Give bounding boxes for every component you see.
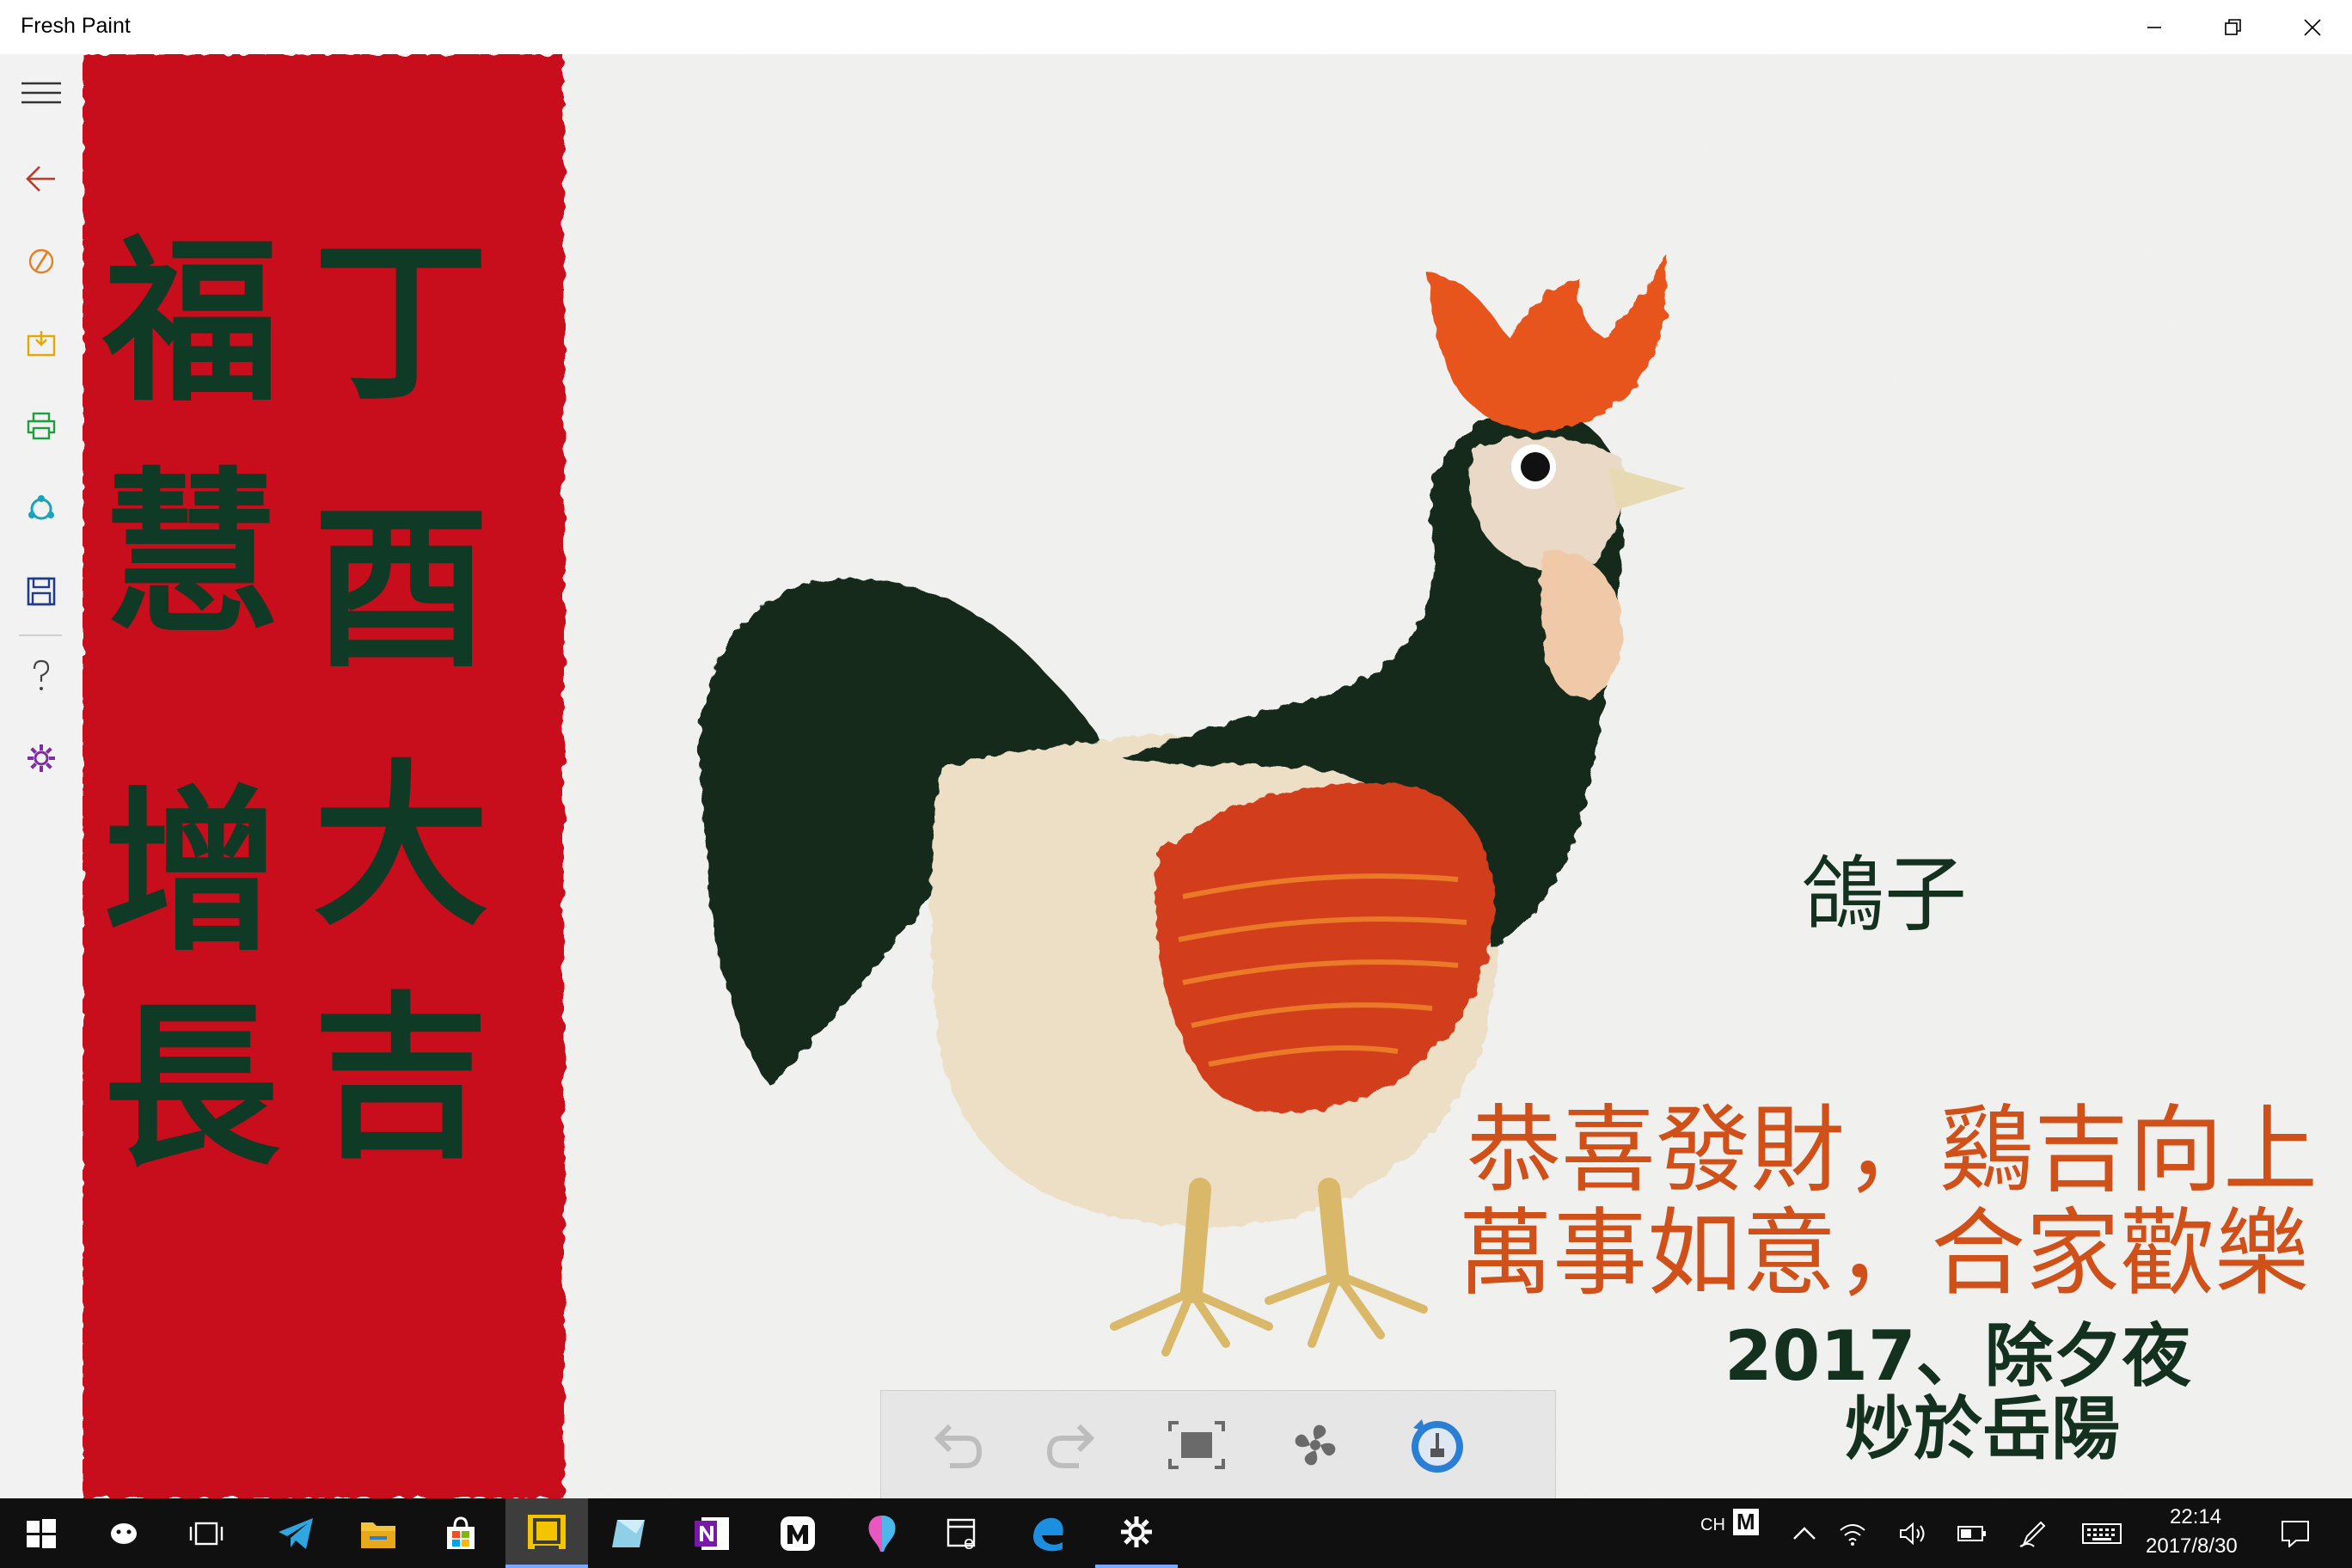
volume-button[interactable] — [1883, 1498, 1943, 1568]
clock-time: 22:14 — [2170, 1505, 2222, 1528]
notification-icon — [2282, 1520, 2309, 1547]
web-app-button[interactable]: e — [923, 1498, 1006, 1568]
settings-gear-icon — [28, 744, 55, 772]
task-view-icon — [189, 1522, 224, 1545]
menu-button[interactable] — [0, 63, 83, 123]
clock-date: 2017/8/30 — [2146, 1534, 2238, 1558]
couplet-char: 福 — [103, 219, 279, 426]
sidebar-divider — [19, 634, 62, 636]
couplet-char: 丁 — [313, 219, 489, 426]
couplet-char: 慧 — [103, 451, 279, 658]
keyboard-icon — [2082, 1522, 2122, 1544]
title-bar: Fresh Paint — [0, 0, 2352, 54]
settings-taskbar-button[interactable] — [1095, 1498, 1178, 1568]
couplet-char: 長 — [103, 984, 279, 1191]
task-view-button[interactable] — [165, 1498, 248, 1568]
save-button[interactable] — [0, 561, 83, 622]
import-button[interactable] — [0, 314, 83, 374]
help-button[interactable] — [0, 646, 83, 706]
settings-button[interactable] — [0, 728, 83, 788]
close-icon — [2304, 18, 2321, 36]
battery-icon — [1957, 1525, 1986, 1541]
volume-icon — [1900, 1522, 1925, 1545]
back-arrow-icon — [26, 166, 55, 192]
paint-3d-button[interactable] — [841, 1498, 923, 1568]
window-title: Fresh Paint — [21, 14, 131, 38]
file-explorer-button[interactable] — [337, 1498, 420, 1568]
store-icon — [447, 1516, 475, 1549]
printer-icon — [27, 412, 56, 440]
paint-button[interactable] — [0, 231, 83, 291]
close-button[interactable] — [2273, 0, 2352, 54]
brush-picker-icon — [1412, 1419, 1463, 1473]
brush-picker-button[interactable] — [1397, 1410, 1474, 1480]
fresh-paint-icon — [528, 1514, 566, 1549]
action-center-button[interactable] — [2261, 1498, 2330, 1568]
help-icon — [33, 659, 50, 690]
artist-signature: 鴿子 — [1802, 847, 1967, 943]
minimize-button[interactable] — [2115, 0, 2194, 54]
start-button[interactable] — [0, 1498, 83, 1568]
file-explorer-icon — [361, 1522, 395, 1548]
share-button[interactable] — [0, 479, 83, 539]
couplet-char: 酉 — [313, 486, 489, 692]
fit-to-screen-button[interactable] — [1158, 1410, 1235, 1480]
clock[interactable]: 22:14 2017/8/30 — [2141, 1498, 2261, 1568]
settings-icon — [1121, 1516, 1152, 1547]
windows-taskbar: e CH M 22:14 2017/8/30 — [0, 1498, 2352, 1568]
pen-workspace-button[interactable] — [2000, 1498, 2067, 1568]
wifi-icon — [1840, 1523, 1865, 1546]
print-button[interactable] — [0, 396, 83, 456]
battery-button[interactable] — [1939, 1498, 2005, 1568]
undo-button[interactable] — [916, 1410, 993, 1480]
onenote-icon — [695, 1516, 729, 1550]
back-button[interactable] — [0, 149, 83, 209]
sketch-app-icon — [612, 1519, 645, 1547]
windows-start-icon — [27, 1518, 56, 1548]
telegram-button[interactable] — [254, 1498, 337, 1568]
paint-canvas[interactable]: 福 慧 增 長 丁 酉 大 吉 鴿子 恭喜發財，鷄吉向上 萬事如意，合家歡樂 2… — [83, 54, 2352, 1498]
store-button[interactable] — [420, 1498, 502, 1568]
palette-brush-icon — [28, 248, 54, 274]
hamburger-icon — [21, 82, 61, 104]
ime-language[interactable]: CH — [1700, 1516, 1725, 1535]
ime-mode[interactable]: M — [1733, 1509, 1759, 1535]
restore-button[interactable] — [2194, 0, 2273, 54]
media-app-button[interactable] — [756, 1498, 839, 1568]
undo-icon — [934, 1424, 983, 1468]
touch-keyboard-button[interactable] — [2063, 1498, 2141, 1568]
fresh-paint-taskbar-button[interactable] — [505, 1498, 588, 1568]
fan-button[interactable] — [1277, 1410, 1354, 1480]
chevron-up-icon — [1793, 1526, 1816, 1540]
restore-icon — [2225, 18, 2241, 35]
greeting-line-2: 萬事如意，合家歡樂 — [1458, 1198, 2309, 1308]
media-app-icon — [781, 1516, 815, 1551]
share-icon — [28, 495, 54, 520]
redo-button[interactable] — [1036, 1410, 1113, 1480]
cortana-icon — [111, 1522, 137, 1544]
couplet-char: 增 — [103, 769, 279, 976]
import-icon — [27, 331, 56, 357]
edge-button[interactable] — [1006, 1498, 1088, 1568]
onenote-button[interactable] — [671, 1498, 753, 1568]
redo-icon — [1046, 1424, 1095, 1468]
svg-text:e: e — [964, 1532, 974, 1551]
save-icon — [27, 577, 56, 606]
couplet-char: 吉 — [313, 976, 489, 1182]
date-line-2: 炒於岳陽 — [1845, 1389, 2120, 1469]
couplet-char: 大 — [313, 744, 489, 950]
pen-workspace-icon — [2019, 1521, 2046, 1547]
canvas-tool-tray — [880, 1390, 1556, 1499]
fan-dry-icon — [1295, 1424, 1336, 1466]
edge-icon — [1033, 1517, 1063, 1551]
sketch-app-button[interactable] — [588, 1498, 671, 1568]
paint-3d-icon — [868, 1515, 896, 1552]
fit-to-screen-icon — [1168, 1421, 1225, 1469]
app-sidebar — [0, 54, 83, 1498]
cortana-button[interactable] — [83, 1498, 165, 1568]
web-app-icon: e — [946, 1518, 976, 1551]
wifi-button[interactable] — [1822, 1498, 1883, 1568]
minimize-icon — [2147, 26, 2161, 28]
telegram-icon — [279, 1517, 313, 1549]
